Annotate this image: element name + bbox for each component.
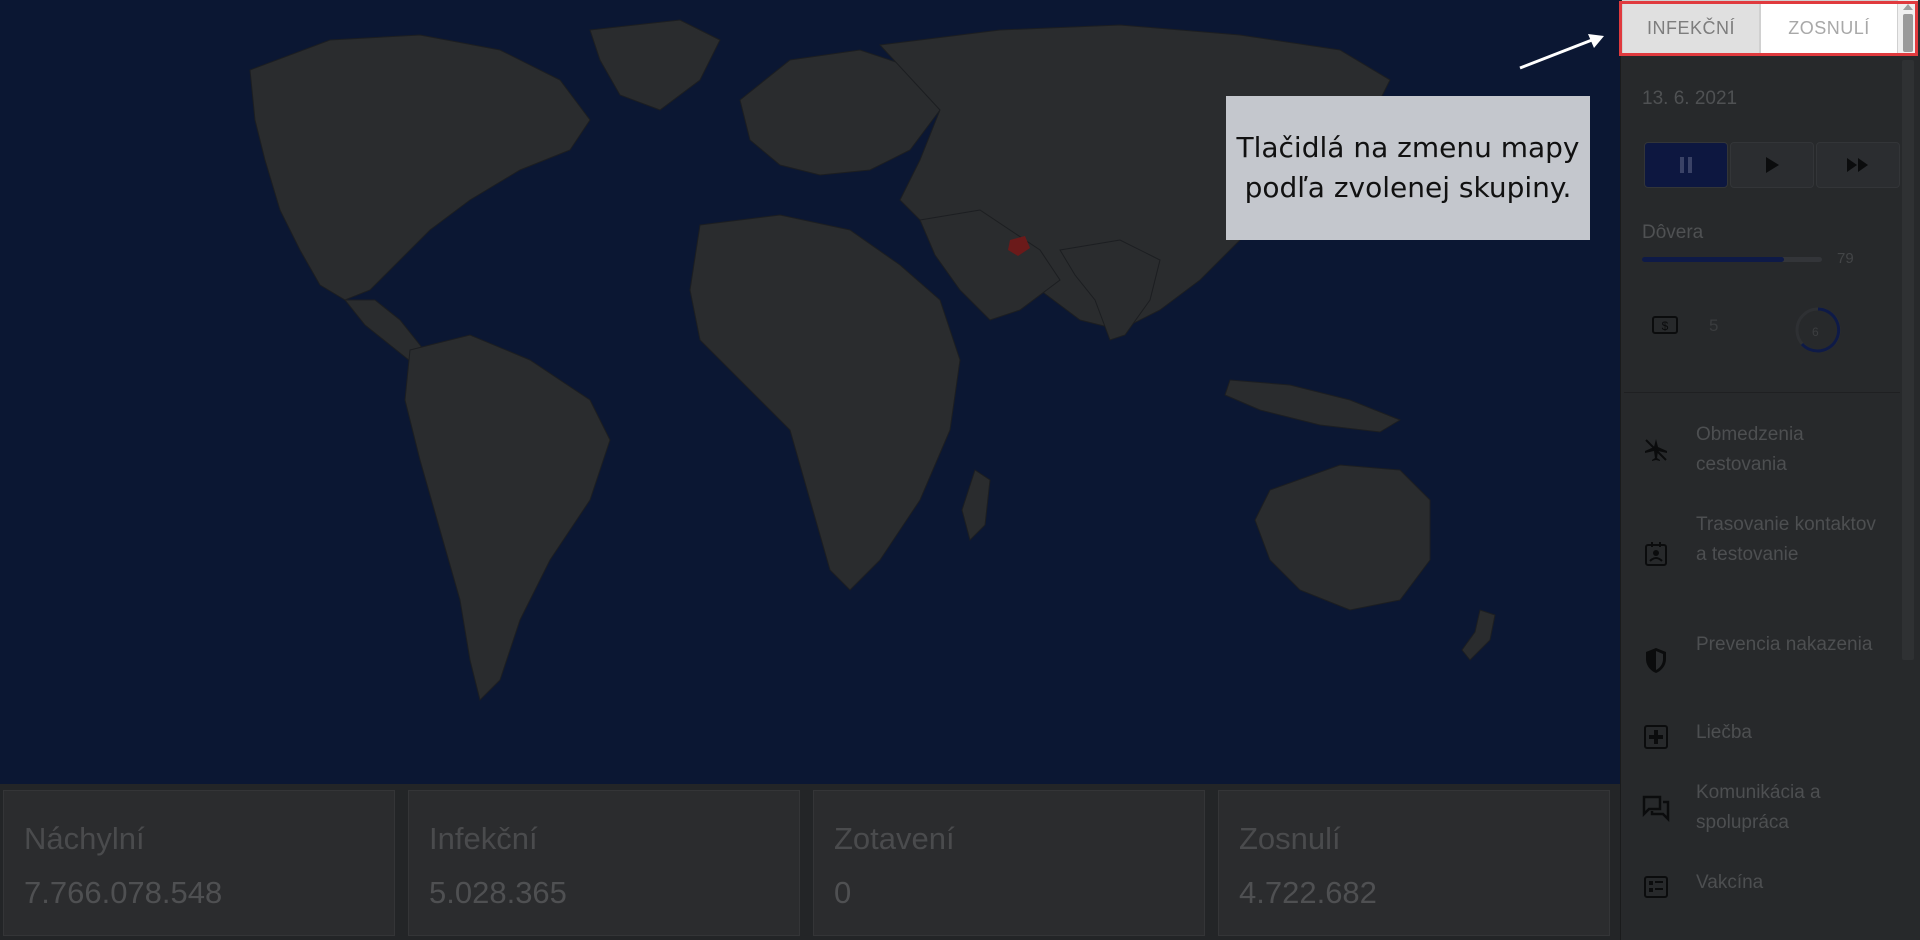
tab-deceased[interactable]: ZOSNULÍ [1760,0,1898,56]
annotation-line-2: podľa zvolenej skupiny. [1244,171,1572,204]
stat-value: 7.766.078.548 [24,875,223,910]
south-america-shape[interactable] [404,334,611,701]
measure-item-prevention[interactable]: Prevencia nakazenia [1624,630,1900,690]
pause-icon [1680,157,1692,173]
sidebar-divider [1624,392,1900,393]
greenland-shape[interactable] [589,19,721,111]
map-mode-tabs: INFEKČNÍ ZOSNULÍ [1622,0,1898,56]
stat-card-infected: Infekční 5.028.365 [408,790,800,936]
measure-label: Prevencia nakazenia [1696,634,1873,655]
measure-label: Obmedzenia cestovania [1696,424,1804,475]
trust-label: Dôvera [1642,222,1704,243]
stat-value: 4.722.682 [1239,875,1377,910]
measure-item-treatment[interactable]: Liečba [1624,718,1900,758]
tab-infected[interactable]: INFEKČNÍ [1622,0,1760,56]
airplane-off-icon [1645,439,1667,461]
measure-item-travel[interactable]: Obmedzenia cestovania [1624,420,1900,480]
stat-card-susceptible: Náchylní 7.766.078.548 [3,790,395,936]
annotation-line-1: Tlačidlá na zmenu mapy [1236,131,1580,164]
trust-progress-bar [1642,257,1822,262]
fast-forward-button[interactable] [1816,142,1900,188]
stat-value: 0 [834,875,852,910]
current-date: 13. 6. 2021 [1642,88,1738,109]
play-icon [1766,157,1779,173]
north-america-shape[interactable] [249,34,591,301]
stat-label: Zotavení [834,821,955,856]
timer-value: 6 [1812,325,1819,339]
sidebar-scrollbar[interactable] [1902,60,1914,660]
africa-shape[interactable] [689,214,961,591]
measure-label: Vakcína [1696,872,1764,893]
stat-card-deceased: Zosnulí 4.722.682 [1218,790,1610,936]
scroll-up-arrow-icon[interactable] [1903,4,1913,10]
speed-controls [1644,142,1900,188]
chat-icon [1642,795,1670,822]
money-icon: $ [1652,316,1678,334]
scroll-thumb[interactable] [1903,14,1913,52]
contact-badge-icon [1645,542,1667,566]
medical-cross-icon [1644,725,1668,749]
trust-value: 79 [1837,250,1854,267]
annotation-arrow-icon [1519,34,1604,70]
measure-item-vaccine[interactable]: Vakcína [1624,868,1900,908]
stat-label: Náchylní [24,821,145,856]
measure-item-communication[interactable]: Komunikácia a spolupráca [1624,778,1900,838]
stats-bar: Náchylní 7.766.078.548 Infekční 5.028.36… [0,784,1620,940]
australia-shape[interactable] [1254,464,1431,611]
madagascar-shape[interactable] [961,469,991,541]
shield-icon [1646,648,1666,673]
vaccine-icon [1644,876,1668,898]
indonesia-shape[interactable] [1224,379,1402,433]
tabs-scrollbar[interactable] [1898,0,1918,56]
new-zealand-shape[interactable] [1461,609,1496,661]
money-value: 5 [1709,316,1719,335]
measure-label: Trasovanie kontaktov a testovanie [1696,514,1876,565]
fast-forward-icon [1847,158,1868,172]
stat-value: 5.028.365 [429,875,567,910]
annotation-callout: Tlačidlá na zmenu mapy podľa zvolenej sk… [1226,96,1590,240]
play-button[interactable] [1730,142,1814,188]
stat-label: Infekční [429,821,538,856]
stat-card-recovered: Zotavení 0 [813,790,1205,936]
trust-progress-fill [1642,257,1785,262]
app-root: Náchylní 7.766.078.548 Infekční 5.028.36… [0,0,1920,940]
svg-text:$: $ [1662,319,1669,333]
stat-label: Zosnulí [1239,821,1341,856]
measure-label: Komunikácia a spolupráca [1696,782,1821,833]
measure-label: Liečba [1696,722,1752,743]
pause-button[interactable] [1644,142,1728,188]
measure-item-tracing[interactable]: Trasovanie kontaktov a testovanie [1624,510,1900,600]
